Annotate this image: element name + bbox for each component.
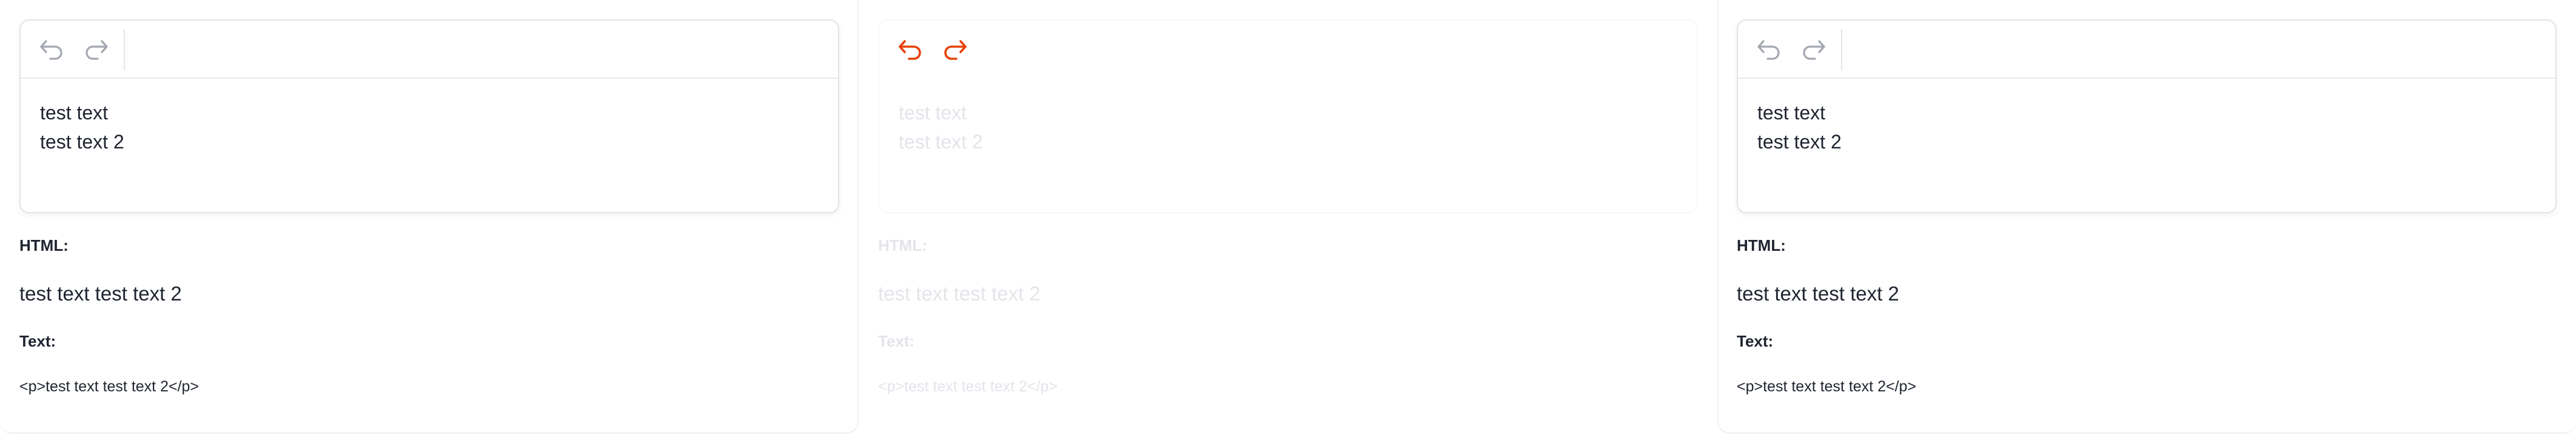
html-label: HTML: [1737, 236, 1786, 254]
editor-toolbar [879, 21, 1697, 79]
text-label: Text: [19, 332, 56, 350]
editor-toolbar [1738, 21, 2555, 79]
content-line: test text 2 [899, 131, 983, 153]
content-line: test text [899, 102, 967, 124]
content-line: test text 2 [40, 131, 124, 153]
page: test text test text 2 HTML: test text te… [0, 0, 2576, 435]
content-line: test text [1757, 102, 1826, 124]
undo-icon [899, 40, 921, 60]
editor-content[interactable]: test text test text 2 [1757, 98, 2536, 156]
redo-icon [944, 40, 967, 60]
redo-button[interactable] [937, 35, 971, 64]
editor-demo-panel-1: test text test text 2 HTML: test text te… [0, 0, 859, 435]
editor-content[interactable]: test text test text 2 [40, 98, 819, 156]
toolbar-divider [124, 29, 125, 70]
html-output: test text test text 2 [878, 282, 1041, 305]
rich-text-editor: test text test text 2 [1737, 19, 2557, 213]
html-label: HTML: [878, 236, 927, 254]
text-output: <p>test text test text 2</p> [19, 378, 200, 395]
redo-icon [1803, 40, 1825, 60]
text-output: <p>test text test text 2</p> [1737, 378, 1917, 395]
editor-demo-panel-2: test text test text 2 HTML: test text te… [859, 0, 1717, 435]
undo-button[interactable] [35, 35, 69, 64]
editor-demo-panel-3: test text test text 2 HTML: test text te… [1717, 0, 2576, 435]
redo-button[interactable] [79, 35, 113, 64]
undo-button[interactable] [894, 35, 928, 64]
html-output: test text test text 2 [19, 282, 182, 305]
editor-content[interactable]: test text test text 2 [899, 98, 1677, 156]
editor-toolbar [21, 21, 838, 79]
text-label: Text: [878, 332, 915, 350]
undo-icon [1757, 40, 1780, 60]
text-output: <p>test text test text 2</p> [878, 378, 1058, 395]
undo-icon [40, 40, 62, 60]
toolbar-divider [1841, 29, 1842, 70]
content-line: test text 2 [1757, 131, 1842, 153]
content-line: test text [40, 102, 109, 124]
redo-button[interactable] [1796, 35, 1830, 64]
rich-text-editor: test text test text 2 [19, 19, 839, 213]
undo-button[interactable] [1753, 35, 1786, 64]
html-output: test text test text 2 [1737, 282, 1899, 305]
rich-text-editor: test text test text 2 [878, 19, 1698, 213]
text-label: Text: [1737, 332, 1774, 350]
html-label: HTML: [19, 236, 69, 254]
redo-icon [86, 40, 108, 60]
